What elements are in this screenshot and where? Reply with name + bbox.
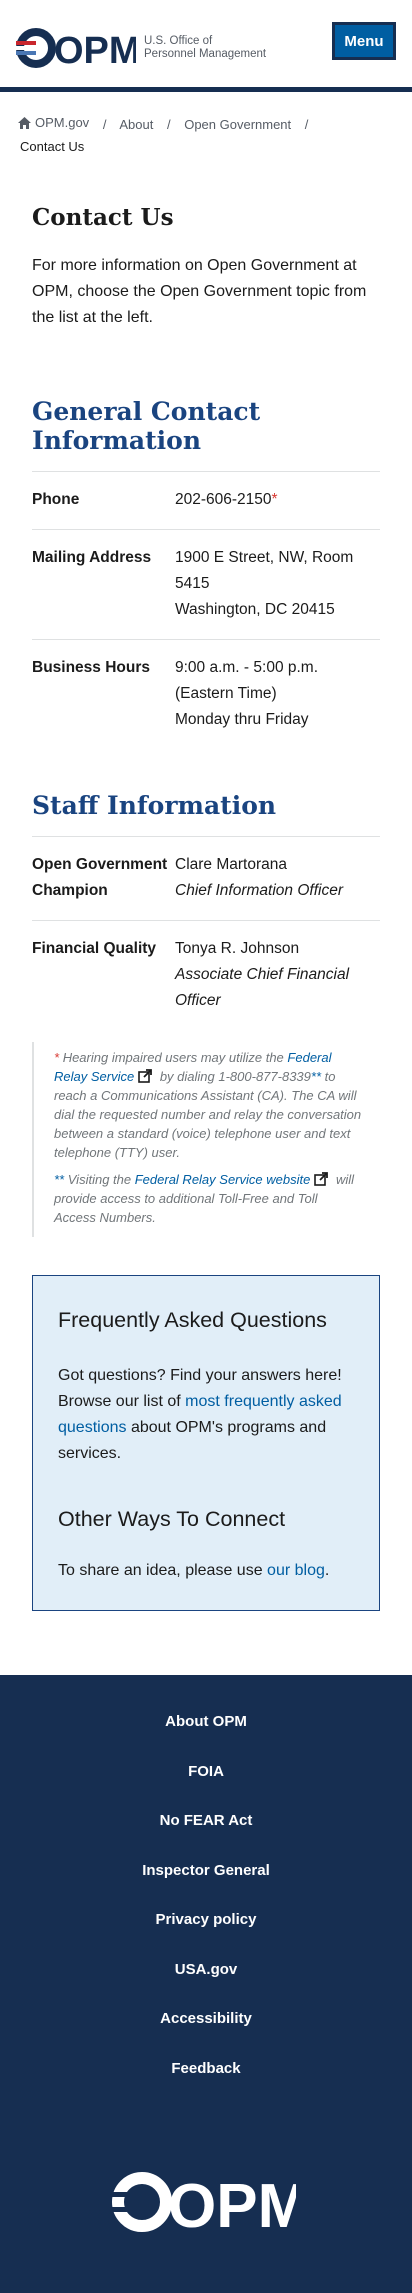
footer-item: No FEAR Act <box>0 1812 412 1862</box>
external-link-icon <box>314 1172 329 1186</box>
footnotes: * Hearing impaired users may utilize the… <box>32 1042 380 1237</box>
phone-label: Phone <box>32 491 80 508</box>
footer-link-privacy-policy[interactable]: Privacy policy <box>156 1911 257 1928</box>
footer-link-no-fear-act[interactable]: No FEAR Act <box>160 1812 253 1829</box>
footnote-2-ref-link[interactable]: ** <box>311 1069 321 1084</box>
hours-line-2: Monday thru Friday <box>175 711 309 728</box>
staff-label: Financial Quality <box>32 940 157 957</box>
breadcrumb-separator: / <box>304 117 309 132</box>
footer-link-feedback[interactable]: Feedback <box>171 2060 240 2077</box>
page-title: Contact Us <box>32 204 174 231</box>
footer-link-about-opm[interactable]: About OPM <box>165 1713 247 1730</box>
mailing-line-1: 1900 E Street, NW, Room 5415 <box>175 549 354 592</box>
footer-item: USA.gov <box>0 1961 412 2011</box>
footer-item: FOIA <box>0 1763 412 1813</box>
footer-opm-logo[interactable]: OPM <box>112 2171 296 2233</box>
footer-item: Privacy policy <box>0 1911 412 1961</box>
staff-name: Clare Martorana <box>175 856 287 873</box>
footnote-2-text: Visiting the <box>67 1172 132 1187</box>
staff-row: Open Government Champion Clare Martorana… <box>32 837 380 921</box>
contact-row-phone: Phone 202-606-2150* <box>32 472 380 530</box>
footer-link-usa-gov[interactable]: USA.gov <box>175 1961 238 1978</box>
staff-table: Open Government Champion Clare Martorana… <box>32 837 380 1030</box>
contact-row-mailing: Mailing Address 1900 E Street, NW, Room … <box>32 530 380 640</box>
opm-logo[interactable]: OPM U.S. Office of Personnel Management <box>16 28 266 68</box>
site-header: OPM U.S. Office of Personnel Management … <box>0 0 412 92</box>
footnote-1: * Hearing impaired users may utilize the… <box>54 1048 362 1162</box>
connect-text-end: . <box>324 1562 330 1579</box>
staff-role: Associate Chief Financial Officer <box>175 966 350 1009</box>
footer-item: Inspector General <box>0 1862 412 1912</box>
footnote-1-phone: by dialing 1-800-877-8339 <box>159 1069 311 1084</box>
breadcrumb: OPM.gov / About / Open Government / Cont… <box>0 92 412 158</box>
footer-logo-stripe <box>112 2192 140 2197</box>
site-footer: About OPM FOIA No FEAR Act Inspector Gen… <box>0 1675 412 2293</box>
footer-logo-mark <box>112 2172 172 2232</box>
breadcrumb-separator: / <box>102 117 107 132</box>
org-name: U.S. Office of Personnel Management <box>144 35 266 61</box>
external-link-icon <box>138 1069 153 1083</box>
footnote-2: ** Visiting the Federal Relay Service we… <box>54 1170 362 1227</box>
connect-heading: Other Ways To Connect <box>58 1507 286 1531</box>
blog-link[interactable]: our blog <box>267 1562 325 1579</box>
footer-item: Feedback <box>0 2060 412 2110</box>
breadcrumb-home[interactable]: OPM.gov <box>18 112 89 134</box>
contact-row-hours: Business Hours 9:00 a.m. - 5:00 p.m. (Ea… <box>32 640 380 749</box>
menu-button[interactable]: Menu <box>332 22 396 60</box>
connect-text-start: To share an idea, please use <box>58 1562 263 1579</box>
breadcrumb-separator: / <box>166 117 171 132</box>
footnote-1-marker: * <box>54 1050 60 1065</box>
breadcrumb-current: Contact Us <box>20 139 85 154</box>
general-contact-table: Phone 202-606-2150* Mailing Address 1900… <box>32 472 380 749</box>
faq-box: Frequently Asked Questions Got questions… <box>32 1275 380 1611</box>
staff-value: Tonya R. Johnson Associate Chief Financi… <box>175 936 380 1014</box>
staff-label: Open Government Champion <box>32 856 168 899</box>
footer-nav: About OPM FOIA No FEAR Act Inspector Gen… <box>0 1713 412 2109</box>
faq-text: Got questions? Find your answers here! B… <box>58 1363 354 1467</box>
footer-logo-wordmark: OPM <box>168 2172 296 2233</box>
breadcrumb-link-about[interactable]: About <box>119 117 153 132</box>
mailing-label: Mailing Address <box>32 549 152 566</box>
footer-item: Accessibility <box>0 2010 412 2060</box>
general-contact-heading: General Contact Information <box>32 397 380 472</box>
staff-row: Financial Quality Tonya R. Johnson Assoc… <box>32 921 380 1030</box>
home-icon <box>18 117 31 129</box>
intro-text: For more information on Open Government … <box>32 257 367 326</box>
breadcrumb-link-opm[interactable]: OPM.gov <box>35 112 89 134</box>
footer-link-foia[interactable]: FOIA <box>188 1763 224 1780</box>
breadcrumb-link-open-government[interactable]: Open Government <box>184 117 291 132</box>
footer-logo-stripe <box>112 2207 140 2212</box>
footer-item: About OPM <box>0 1713 412 1763</box>
mailing-value: 1900 E Street, NW, Room 5415 Washington,… <box>175 545 380 623</box>
logo-wordmark: OPM <box>54 30 136 68</box>
staff-role: Chief Information Officer <box>175 882 343 899</box>
footer-link-accessibility[interactable]: Accessibility <box>160 2010 252 2027</box>
hours-label: Business Hours <box>32 659 151 676</box>
phone-number: 202-606-2150 <box>175 491 272 508</box>
opm-logo-icon: OPM <box>16 28 136 68</box>
footer-link-inspector-general[interactable]: Inspector General <box>142 1862 270 1879</box>
footnote-2-marker: ** <box>54 1172 65 1187</box>
mailing-line-2: Washington, DC 20415 <box>175 601 335 618</box>
connect-text: To share an idea, please use our blog. <box>58 1558 354 1584</box>
phone-value: 202-606-2150* <box>175 487 380 513</box>
faq-heading: Frequently Asked Questions <box>58 1308 327 1332</box>
org-line-2: Personnel Management <box>144 48 267 60</box>
hours-line-1: 9:00 a.m. - 5:00 p.m. (Eastern Time) <box>175 659 319 702</box>
hours-value: 9:00 a.m. - 5:00 p.m. (Eastern Time) Mon… <box>175 655 380 733</box>
footnote-1-text: Hearing impaired users may utilize the <box>62 1050 284 1065</box>
org-line-1: U.S. Office of <box>144 35 213 47</box>
staff-name: Tonya R. Johnson <box>175 940 300 957</box>
staff-heading: Staff Information <box>32 791 380 837</box>
federal-relay-website-link[interactable]: Federal Relay Service website <box>135 1172 311 1187</box>
main-content: Contact Us For more information on Open … <box>0 204 412 1611</box>
staff-value: Clare Martorana Chief Information Office… <box>175 852 380 904</box>
phone-footnote-link[interactable]: * <box>272 491 278 508</box>
